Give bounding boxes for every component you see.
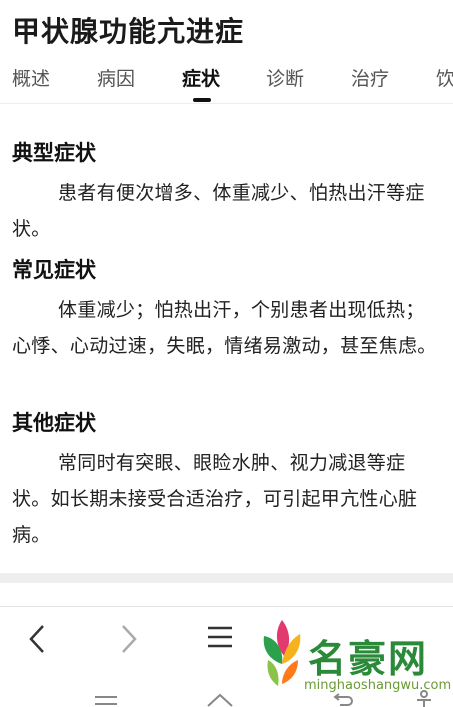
tab-symptoms[interactable]: 症状 [182, 64, 220, 91]
tabs-divider [0, 103, 453, 104]
section-heading: 常见症状 [12, 258, 96, 282]
active-tab-indicator [193, 98, 211, 102]
tab-overview[interactable]: 概述 [12, 64, 50, 91]
section-text: 体重减少；怕热出汗，个别患者出现低热；心悸、心动过速，失眠，情绪易激动，甚至焦虑… [12, 299, 437, 357]
toolbar-divider [0, 606, 453, 607]
menu-icon[interactable] [205, 622, 235, 658]
tab-bar: 概述 病因 症状 诊断 治疗 饮 [0, 60, 453, 102]
page-title: 甲状腺功能亢进症 [12, 15, 245, 48]
section-separator [0, 573, 453, 583]
section-heading: 其他症状 [12, 411, 96, 435]
chevron-right-icon[interactable] [118, 622, 140, 662]
watermark-url: minghaoshangwu.com [304, 678, 452, 693]
section-heading: 典型症状 [12, 141, 96, 165]
system-home-icon[interactable] [205, 690, 235, 707]
tab-diagnosis[interactable]: 诊断 [266, 64, 304, 91]
watermark-logo-icon [263, 620, 301, 686]
section-text: 常同时有突眼、眼睑水肿、视力减退等症状。如长期未接受合适治疗，可引起甲亢性心脏病… [12, 452, 418, 546]
tab-diet[interactable]: 饮 [436, 64, 453, 91]
section-text: 患者有便次增多、体重减少、怕热出汗等症状。 [12, 182, 425, 240]
tab-treatment[interactable]: 治疗 [351, 64, 389, 91]
chevron-left-icon[interactable] [26, 622, 48, 662]
system-menu-icon[interactable] [93, 690, 119, 707]
watermark-logo-text: 名豪网 [308, 637, 429, 681]
watermark: 名豪网 minghaoshangwu.com [258, 612, 453, 707]
tab-cause[interactable]: 病因 [97, 64, 135, 91]
